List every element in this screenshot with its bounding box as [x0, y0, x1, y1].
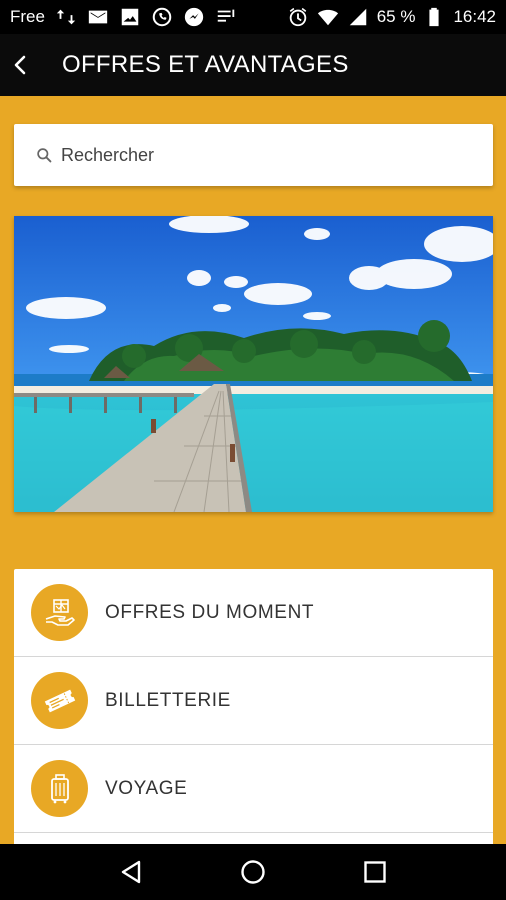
wifi-icon: [317, 6, 339, 28]
nav-back-button[interactable]: [107, 848, 155, 896]
nav-recents-icon: [364, 861, 386, 883]
whatsapp-icon: [151, 6, 173, 28]
nav-recents-button[interactable]: [351, 848, 399, 896]
nav-home-button[interactable]: [229, 848, 277, 896]
messenger-icon: [183, 6, 205, 28]
status-bar: Free 65 % 16:42: [0, 0, 506, 34]
back-button[interactable]: [2, 34, 40, 96]
menu-item-offres-du-moment[interactable]: OFFRES DU MOMENT: [14, 569, 493, 657]
clock-label: 16:42: [453, 7, 496, 26]
image-icon: [119, 6, 141, 28]
battery-icon: [423, 6, 445, 28]
nav-back-icon: [121, 860, 141, 884]
menu-item-label: BILLETTERIE: [105, 689, 231, 711]
back-arrow-icon: [14, 55, 26, 75]
signal-icon: [347, 6, 369, 28]
carrier-label: Free: [10, 7, 45, 26]
tropical-island-pier-image: [14, 216, 493, 512]
page-title: OFFRES ET AVANTAGES: [62, 51, 349, 78]
data-transfer-icon: [55, 6, 77, 28]
menu-item-label: VOYAGE: [105, 777, 188, 799]
ticket-icon: [31, 672, 88, 729]
alarm-icon: [287, 6, 309, 28]
mail-icon: [87, 6, 109, 28]
menu-item-voyage[interactable]: VOYAGE: [14, 745, 493, 833]
search-icon: [37, 147, 52, 162]
menu-item-billetterie[interactable]: BILLETTERIE: [14, 657, 493, 745]
gift-hand-icon: [31, 584, 88, 641]
system-navigation-bar: [0, 844, 506, 900]
app-bar: OFFRES ET AVANTAGES: [0, 34, 506, 96]
search-input[interactable]: [61, 144, 441, 166]
search-box[interactable]: [14, 124, 493, 186]
battery-label: 65 %: [376, 7, 416, 26]
menu-list: OFFRES DU MOMENT BILLETTERIE VOYAGE: [14, 569, 493, 844]
notes-icon: [215, 6, 237, 28]
suitcase-icon: [31, 760, 88, 817]
hero-banner[interactable]: [14, 216, 493, 512]
nav-home-icon: [241, 860, 265, 884]
menu-item-label: OFFRES DU MOMENT: [105, 601, 315, 623]
